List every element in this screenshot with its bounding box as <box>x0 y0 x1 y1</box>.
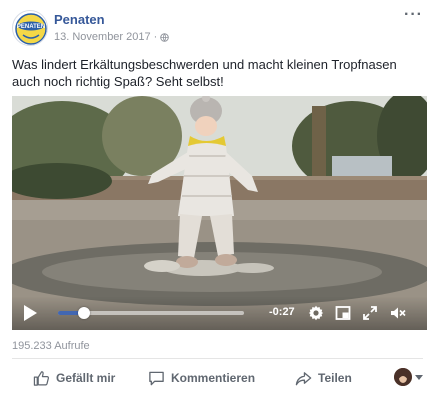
divider <box>12 358 423 359</box>
logo-text: PENATEN <box>17 24 45 30</box>
viewer-avatar <box>394 368 412 386</box>
time-remaining: -0:27 <box>269 306 295 318</box>
post-as-selector[interactable] <box>394 368 423 386</box>
page-avatar[interactable]: PENATEN <box>12 10 48 46</box>
like-button[interactable]: Gefällt mir <box>33 366 115 390</box>
progress-scrubber[interactable] <box>78 307 91 319</box>
like-label: Gefällt mir <box>56 371 116 385</box>
video-player[interactable]: -0:27 <box>12 96 427 330</box>
settings-gear-icon[interactable] <box>308 305 324 321</box>
comment-bubble-icon <box>149 371 164 385</box>
action-bar: Gefällt mir Kommentieren Teilen <box>0 364 435 392</box>
miniplayer-icon[interactable] <box>335 305 351 321</box>
post-text: Was lindert Erkältungsbeschwerden und ma… <box>12 57 397 89</box>
comment-label: Kommentieren <box>171 371 256 385</box>
fullscreen-icon[interactable] <box>362 305 378 321</box>
share-label: Teilen <box>318 371 352 385</box>
share-arrow-icon <box>295 371 312 385</box>
globe-icon <box>160 32 170 42</box>
meta-separator: · <box>153 31 158 43</box>
video-frame <box>12 96 427 330</box>
play-icon[interactable] <box>22 304 38 322</box>
more-options-button[interactable]: ··· <box>404 6 423 24</box>
view-count: 195.233 Aufrufe <box>12 340 90 352</box>
thumbs-up-icon <box>33 370 49 386</box>
share-button[interactable]: Teilen <box>295 366 352 390</box>
post-timestamp[interactable]: 13. November 2017 <box>54 31 151 43</box>
facebook-post: PENATEN Penaten 13. November 2017 · ··· … <box>0 0 435 393</box>
penaten-logo-icon: PENATEN <box>14 12 47 45</box>
comment-button[interactable]: Kommentieren <box>148 366 255 390</box>
video-controls: -0:27 <box>12 296 427 330</box>
mute-icon[interactable] <box>390 305 406 321</box>
chevron-down-icon <box>415 374 423 380</box>
page-name-link[interactable]: Penaten <box>54 12 105 27</box>
post-meta: 13. November 2017 · <box>54 31 170 43</box>
progress-bar[interactable] <box>58 307 244 319</box>
